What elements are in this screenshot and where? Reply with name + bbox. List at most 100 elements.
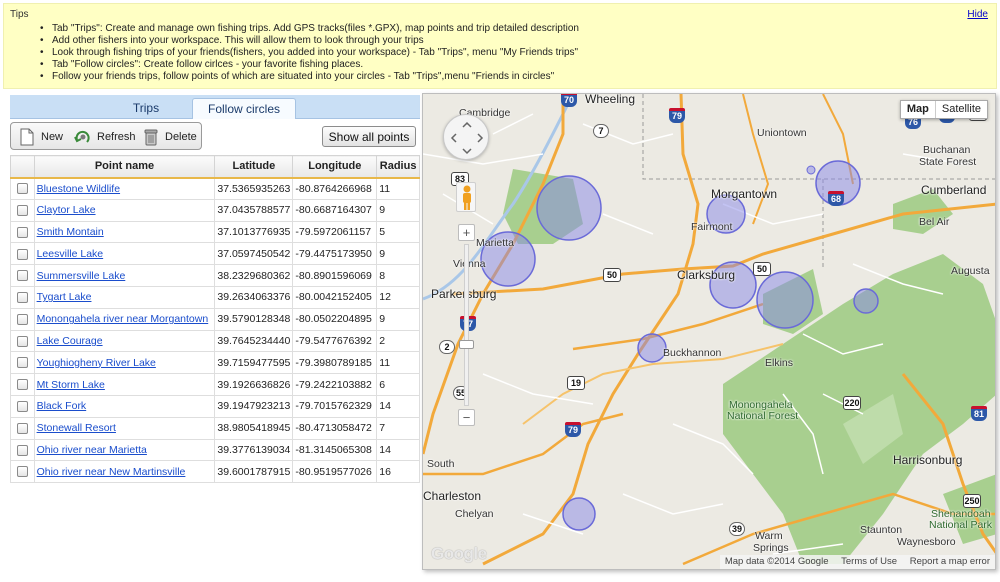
row-select-cell — [10, 394, 35, 418]
zoom-slider-track[interactable] — [464, 244, 469, 406]
route-shield: 39 — [729, 522, 745, 536]
point-name-link[interactable]: Tygart Lake — [37, 291, 92, 303]
place-label: Staunton — [860, 524, 903, 536]
row-checkbox[interactable] — [16, 204, 28, 216]
follow-circle[interactable] — [536, 175, 602, 241]
point-name-link[interactable]: Black Fork — [37, 400, 87, 412]
table-row[interactable]: Tygart Lake 39.2634063376 -80.0042152405 12 — [10, 285, 420, 309]
row-checkbox[interactable] — [16, 183, 28, 195]
table-row[interactable]: Black Fork 39.1947923213 -79.7015762329 14 — [10, 394, 420, 418]
zoom-out-button[interactable]: − — [458, 409, 475, 426]
table-row[interactable]: Mt Storm Lake 39.1926636826 -79.2422103882… — [10, 373, 420, 396]
tip-item: Follow your friends trips, follow points… — [40, 71, 579, 83]
show-all-points-button[interactable]: Show all points — [322, 126, 416, 147]
row-checkbox[interactable] — [16, 335, 28, 347]
row-checkbox[interactable] — [16, 292, 28, 304]
table-row[interactable]: Leesville Lake 37.0597450542 -79.447517395… — [10, 242, 420, 266]
place-label: State Forest — [919, 156, 977, 168]
row-checkbox[interactable] — [16, 466, 28, 478]
place-label: Springs — [753, 542, 789, 554]
follow-circle[interactable] — [806, 165, 816, 175]
point-name-cell: Claytor Lake — [33, 198, 216, 222]
point-name-cell: Summersville Lake — [33, 264, 216, 287]
google-logo: Google — [431, 544, 487, 563]
new-button-label: New — [41, 131, 64, 143]
point-name-cell: Mt Storm Lake — [33, 373, 216, 396]
latitude-cell: 39.2634063376 — [214, 285, 294, 309]
place-label: Morgantown — [711, 187, 778, 201]
zoom-slider-handle[interactable] — [459, 340, 474, 349]
table-row[interactable]: Monongahela river near Morgantown 39.5790… — [10, 307, 420, 331]
point-name-link[interactable]: Ohio river near New Martinsville — [37, 466, 186, 478]
follow-circles-layer — [480, 160, 879, 531]
table-row[interactable]: Lake Courage 39.7645234440 -79.5477676392 2 — [10, 329, 420, 353]
row-select-cell — [10, 198, 35, 222]
pegman-icon — [463, 185, 471, 210]
route-shield: 2 — [439, 340, 455, 354]
row-checkbox[interactable] — [16, 444, 28, 456]
place-label: Harrisonburg — [893, 453, 963, 467]
delete-button[interactable]: Delete — [143, 127, 201, 147]
table-row[interactable]: Ohio river near Marietta 39.3776139034 -81… — [10, 438, 420, 462]
latitude-cell: 39.6001787915 — [214, 460, 294, 484]
report-map-error-link[interactable]: Report a map error — [905, 556, 995, 567]
place-label: Wheeling — [585, 93, 636, 106]
point-name-link[interactable]: Summersville Lake — [37, 270, 126, 282]
row-checkbox[interactable] — [16, 226, 28, 238]
follow-circle[interactable] — [756, 271, 814, 329]
point-name-link[interactable]: Stonewall Resort — [37, 422, 116, 434]
table-row[interactable]: Youghiogheny River Lake 39.7159477595 -79.… — [10, 351, 420, 375]
longitude-cell: -79.7015762329 — [292, 394, 378, 418]
row-checkbox[interactable] — [16, 357, 28, 369]
point-name-link[interactable]: Youghiogheny River Lake — [37, 357, 156, 369]
tab-follow-circles[interactable]: Follow circles — [192, 98, 296, 119]
map-view[interactable]: Cambridge Wheeling Uniontown Buchanan St… — [422, 93, 996, 570]
map-type-map-button[interactable]: Map — [901, 101, 936, 118]
street-view-pegman[interactable] — [456, 182, 476, 212]
point-name-link[interactable]: Smith Montain — [37, 226, 104, 238]
row-checkbox[interactable] — [16, 422, 28, 434]
point-name-link[interactable]: Bluestone Wildlife — [37, 183, 120, 195]
table-row[interactable]: Ohio river near New Martinsville 39.60017… — [10, 460, 420, 484]
tips-title: Tips — [10, 9, 29, 20]
column-header-radius[interactable]: Radius — [376, 155, 420, 179]
row-checkbox[interactable] — [16, 248, 28, 260]
zoom-in-button[interactable]: + — [458, 224, 475, 241]
point-name-link[interactable]: Monongahela river near Morgantown — [37, 313, 209, 325]
latitude-cell: 37.5365935263 — [214, 177, 294, 200]
row-checkbox[interactable] — [16, 401, 28, 413]
radius-cell: 14 — [376, 394, 420, 418]
row-checkbox[interactable] — [16, 270, 28, 282]
new-button[interactable]: New — [19, 127, 75, 147]
pan-control[interactable] — [443, 114, 489, 160]
terms-of-use-link[interactable]: Terms of Use — [836, 556, 902, 567]
map-type-satellite-button[interactable]: Satellite — [936, 101, 987, 118]
point-name-link[interactable]: Leesville Lake — [37, 248, 104, 260]
refresh-button[interactable]: Refresh — [73, 127, 143, 147]
table-row[interactable]: Stonewall Resort 38.9805418945 -80.4713058… — [10, 416, 420, 440]
point-name-link[interactable]: Claytor Lake — [37, 204, 96, 216]
row-checkbox[interactable] — [16, 379, 28, 391]
row-checkbox[interactable] — [16, 313, 28, 325]
table-row[interactable]: Claytor Lake 37.0435788577 -80.6687164307 9 — [10, 198, 420, 222]
column-header-latitude[interactable]: Latitude — [214, 155, 294, 179]
point-name-link[interactable]: Lake Courage — [37, 335, 103, 347]
follow-circle[interactable] — [853, 288, 879, 314]
table-header-row: Point name Latitude Longitude Radius — [10, 155, 420, 179]
route-shield: 250 — [963, 494, 981, 508]
point-name-link[interactable]: Mt Storm Lake — [37, 379, 105, 391]
column-header-point-name[interactable]: Point name — [33, 155, 216, 179]
hide-tips-link[interactable]: Hide — [967, 9, 988, 20]
follow-circle[interactable] — [562, 497, 596, 531]
radius-cell: 11 — [376, 177, 420, 200]
longitude-cell: -79.5477676392 — [292, 329, 378, 353]
point-name-link[interactable]: Ohio river near Marietta — [37, 444, 147, 456]
place-label: Buckhannon — [663, 347, 722, 359]
follow-circle[interactable] — [637, 333, 667, 363]
column-header-longitude[interactable]: Longitude — [292, 155, 378, 179]
table-row[interactable]: Summersville Lake 38.2329680362 -80.890159… — [10, 264, 420, 287]
tip-item: Tab "Trips": Create and manage own fishi… — [40, 23, 579, 35]
table-row[interactable]: Bluestone Wildlife 37.5365935263 -80.87642… — [10, 177, 420, 200]
table-row[interactable]: Smith Montain 37.1013776935 -79.5972061157… — [10, 220, 420, 244]
tab-trips[interactable]: Trips — [102, 98, 190, 119]
